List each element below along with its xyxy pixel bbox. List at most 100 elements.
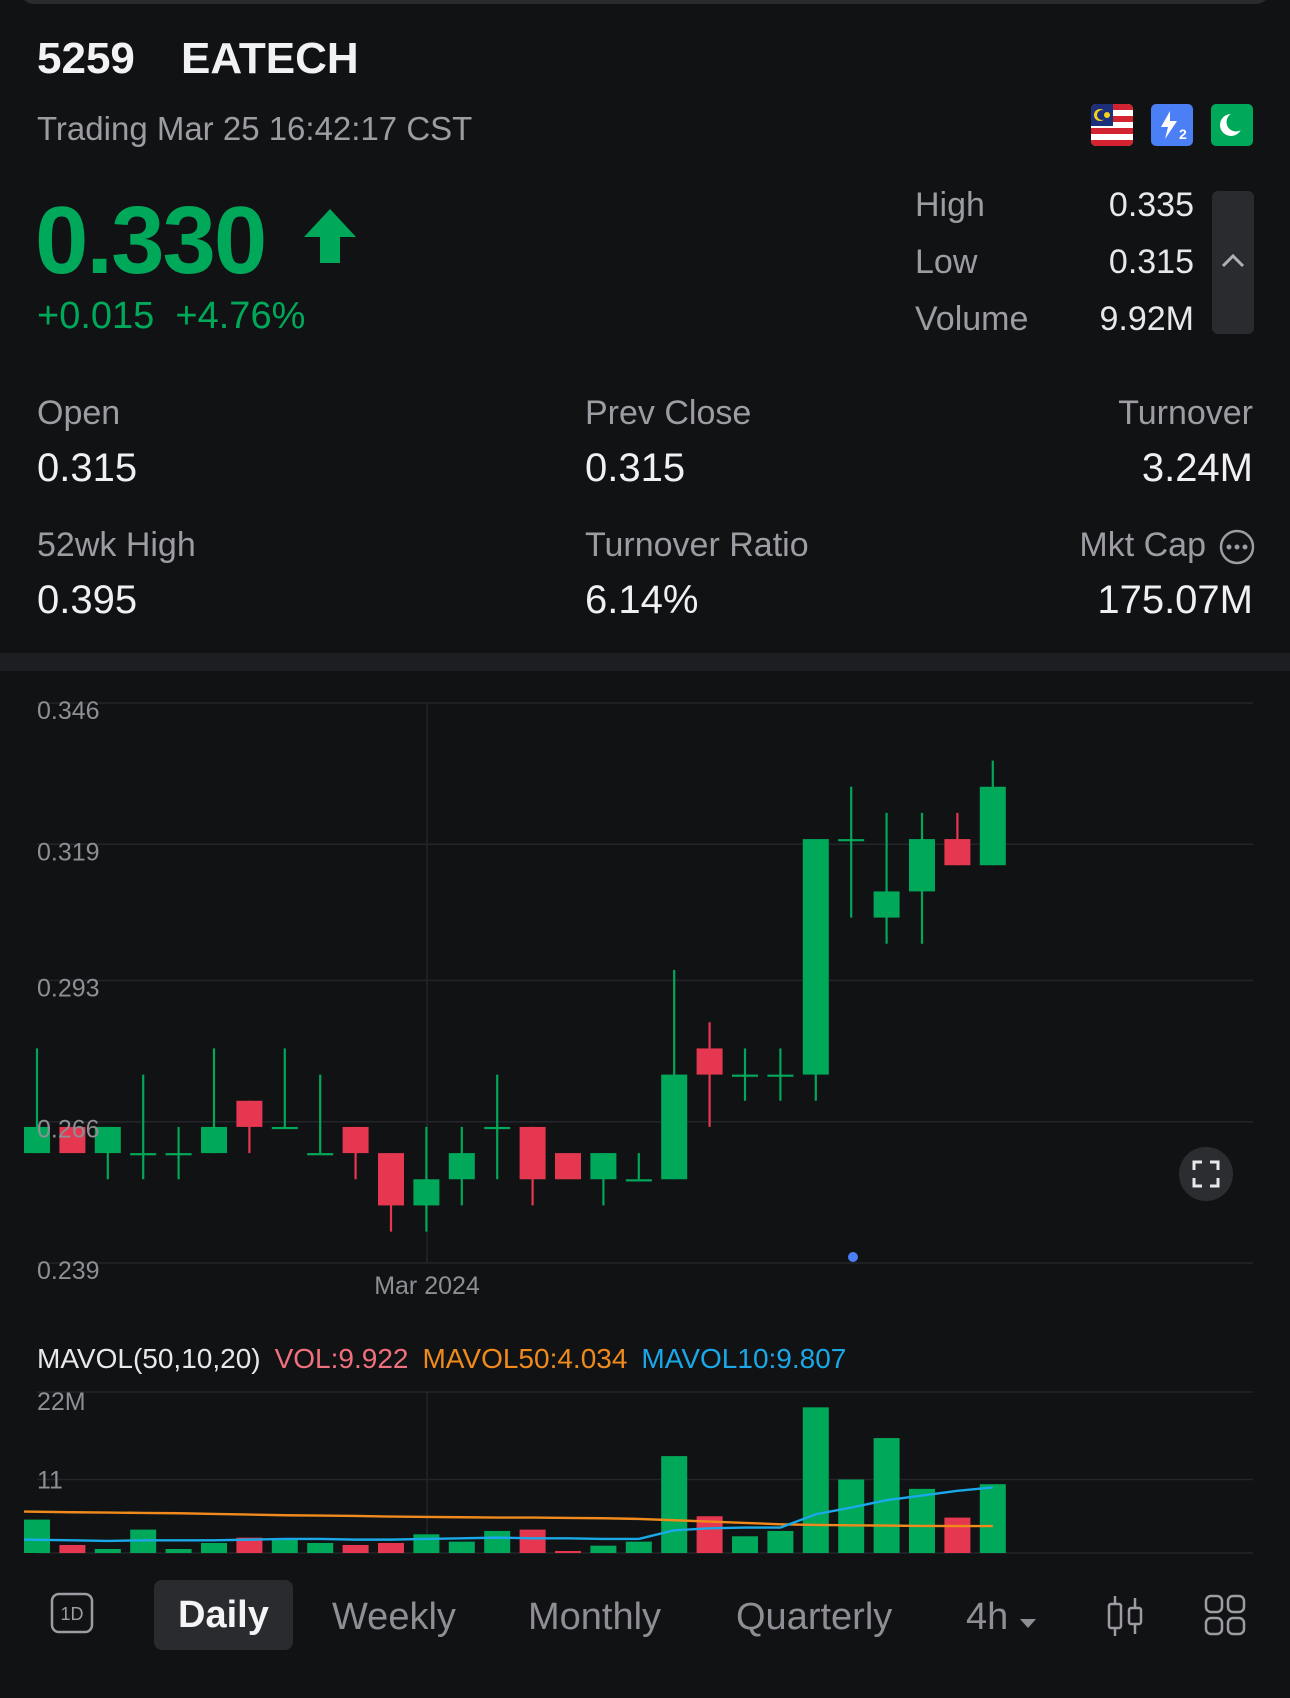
candle <box>448 1126 475 1206</box>
volume-bar <box>590 1545 617 1553</box>
52wk-high-value: 0.395 <box>37 578 138 622</box>
volume-bar <box>802 1407 829 1553</box>
volume-bar <box>59 1544 86 1553</box>
candle-body <box>201 1126 227 1154</box>
prev-close-value: 0.315 <box>585 446 686 490</box>
volume-bar <box>909 1488 935 1553</box>
trading-status: Trading Mar 25 16:42:17 CST <box>37 110 473 147</box>
tab-daily[interactable]: Daily <box>154 1580 293 1650</box>
volume-bar <box>271 1539 298 1553</box>
candle-body <box>944 839 971 866</box>
candle <box>130 1074 157 1180</box>
tab-4h-label: 4h <box>966 1596 1009 1638</box>
volume-bar <box>484 1530 511 1553</box>
fullscreen-button[interactable] <box>1179 1147 1233 1201</box>
mavol-legend[interactable]: MAVOL(50,10,20) VOL:9.922 MAVOL50:4.034 … <box>37 1343 846 1375</box>
volume-bar <box>944 1517 971 1553</box>
candle-body <box>165 1153 192 1156</box>
turnover-ratio-label: Turnover Ratio <box>585 526 809 564</box>
candle-body <box>732 1074 758 1077</box>
collapse-button[interactable] <box>1212 191 1254 334</box>
candle-body <box>838 839 865 842</box>
indicators-button[interactable] <box>1204 1594 1246 1641</box>
candle-body <box>909 839 935 892</box>
tab-monthly[interactable]: Monthly <box>528 1596 661 1639</box>
open-value: 0.315 <box>37 446 138 490</box>
expand-icon <box>1192 1160 1220 1188</box>
candle <box>873 812 900 944</box>
candle-body <box>519 1126 546 1180</box>
candle <box>590 1153 617 1206</box>
mavol50-value: MAVOL50:4.034 <box>422 1343 628 1374</box>
moon-icon <box>1211 104 1253 146</box>
period-tabbar: 1D Daily Weekly Monthly Quarterly 4h <box>0 1570 1290 1660</box>
turnover-ratio-value: 6.14% <box>585 578 699 622</box>
candle <box>838 786 865 918</box>
candle <box>271 1048 298 1130</box>
candle <box>767 1048 794 1101</box>
intraday-button[interactable]: 1D <box>50 1592 94 1639</box>
intraday-label: 1D <box>60 1604 83 1624</box>
candle-body <box>979 786 1006 866</box>
candle <box>555 1153 581 1180</box>
candlestick-chart[interactable]: 0.346 0.319 0.293 0.266 0.239 Mar 2024 <box>0 680 1290 1330</box>
change-abs: +0.015 <box>37 295 155 337</box>
volume-bar <box>378 1542 404 1553</box>
mavol10-value: MAVOL10:9.807 <box>641 1343 847 1374</box>
volume-bar <box>413 1534 440 1553</box>
open-label: Open <box>37 394 121 432</box>
prev-close-label: Prev Close <box>585 394 752 432</box>
chart-type-button[interactable] <box>1106 1594 1144 1643</box>
volume-chart[interactable]: 22M 11 <box>0 1385 1290 1555</box>
volume-bar <box>555 1550 581 1553</box>
candle <box>979 760 1006 866</box>
volume-bar <box>661 1456 688 1553</box>
mkt-cap-label: Mkt Cap <box>1079 526 1206 564</box>
price-tick-label: 0.319 <box>37 838 100 866</box>
volume-axis-labels: 22M 11 <box>37 1388 86 1495</box>
more-options-icon[interactable] <box>1218 528 1256 571</box>
candle <box>413 1126 440 1232</box>
candle <box>802 839 829 1101</box>
candle <box>342 1126 369 1180</box>
price-tick-label: 0.346 <box>37 697 100 725</box>
arrow-up-icon <box>302 207 358 270</box>
candle-body <box>378 1153 404 1206</box>
tab-4h[interactable]: 4h <box>966 1596 1037 1639</box>
candle <box>519 1126 546 1206</box>
candle-body <box>661 1074 688 1180</box>
volume-bar <box>165 1548 192 1553</box>
badge-level-text: 2 <box>1179 126 1187 142</box>
volume-grid <box>37 1391 1253 1554</box>
crosshair-dot[interactable] <box>848 1252 858 1262</box>
candle-body <box>555 1153 581 1180</box>
candle <box>944 812 971 866</box>
candle-body <box>236 1100 263 1127</box>
volume-bar <box>24 1519 50 1553</box>
change-pct: +4.76% <box>175 295 306 337</box>
volume-label: Volume <box>915 300 1029 338</box>
volume-bar <box>201 1542 227 1553</box>
volume-bar <box>838 1479 865 1553</box>
mavol-title: MAVOL(50,10,20) <box>37 1343 261 1374</box>
candle <box>236 1100 263 1154</box>
candle <box>696 1022 723 1127</box>
chevron-up-icon <box>1221 253 1245 268</box>
price-change: +0.015 +4.76% <box>37 295 305 338</box>
tab-quarterly[interactable]: Quarterly <box>736 1596 892 1639</box>
volume-bar <box>307 1542 334 1553</box>
candle-body <box>802 839 829 1075</box>
price-tick-label: 0.239 <box>37 1257 100 1285</box>
market-badges: 2 <box>1091 104 1253 146</box>
candle <box>661 969 688 1180</box>
section-divider <box>0 653 1290 671</box>
x-tick-label: Mar 2024 <box>374 1272 480 1300</box>
volume-bar <box>979 1484 1006 1553</box>
mkt-cap-value: 175.07M <box>1097 578 1253 622</box>
candle-body <box>413 1179 440 1206</box>
sheet-handle[interactable] <box>20 0 1270 4</box>
candle <box>909 812 935 944</box>
tab-weekly[interactable]: Weekly <box>332 1596 456 1639</box>
turnover-label: Turnover <box>1118 394 1253 432</box>
price-axis-labels: 0.346 0.319 0.293 0.266 0.239 <box>37 697 100 1285</box>
